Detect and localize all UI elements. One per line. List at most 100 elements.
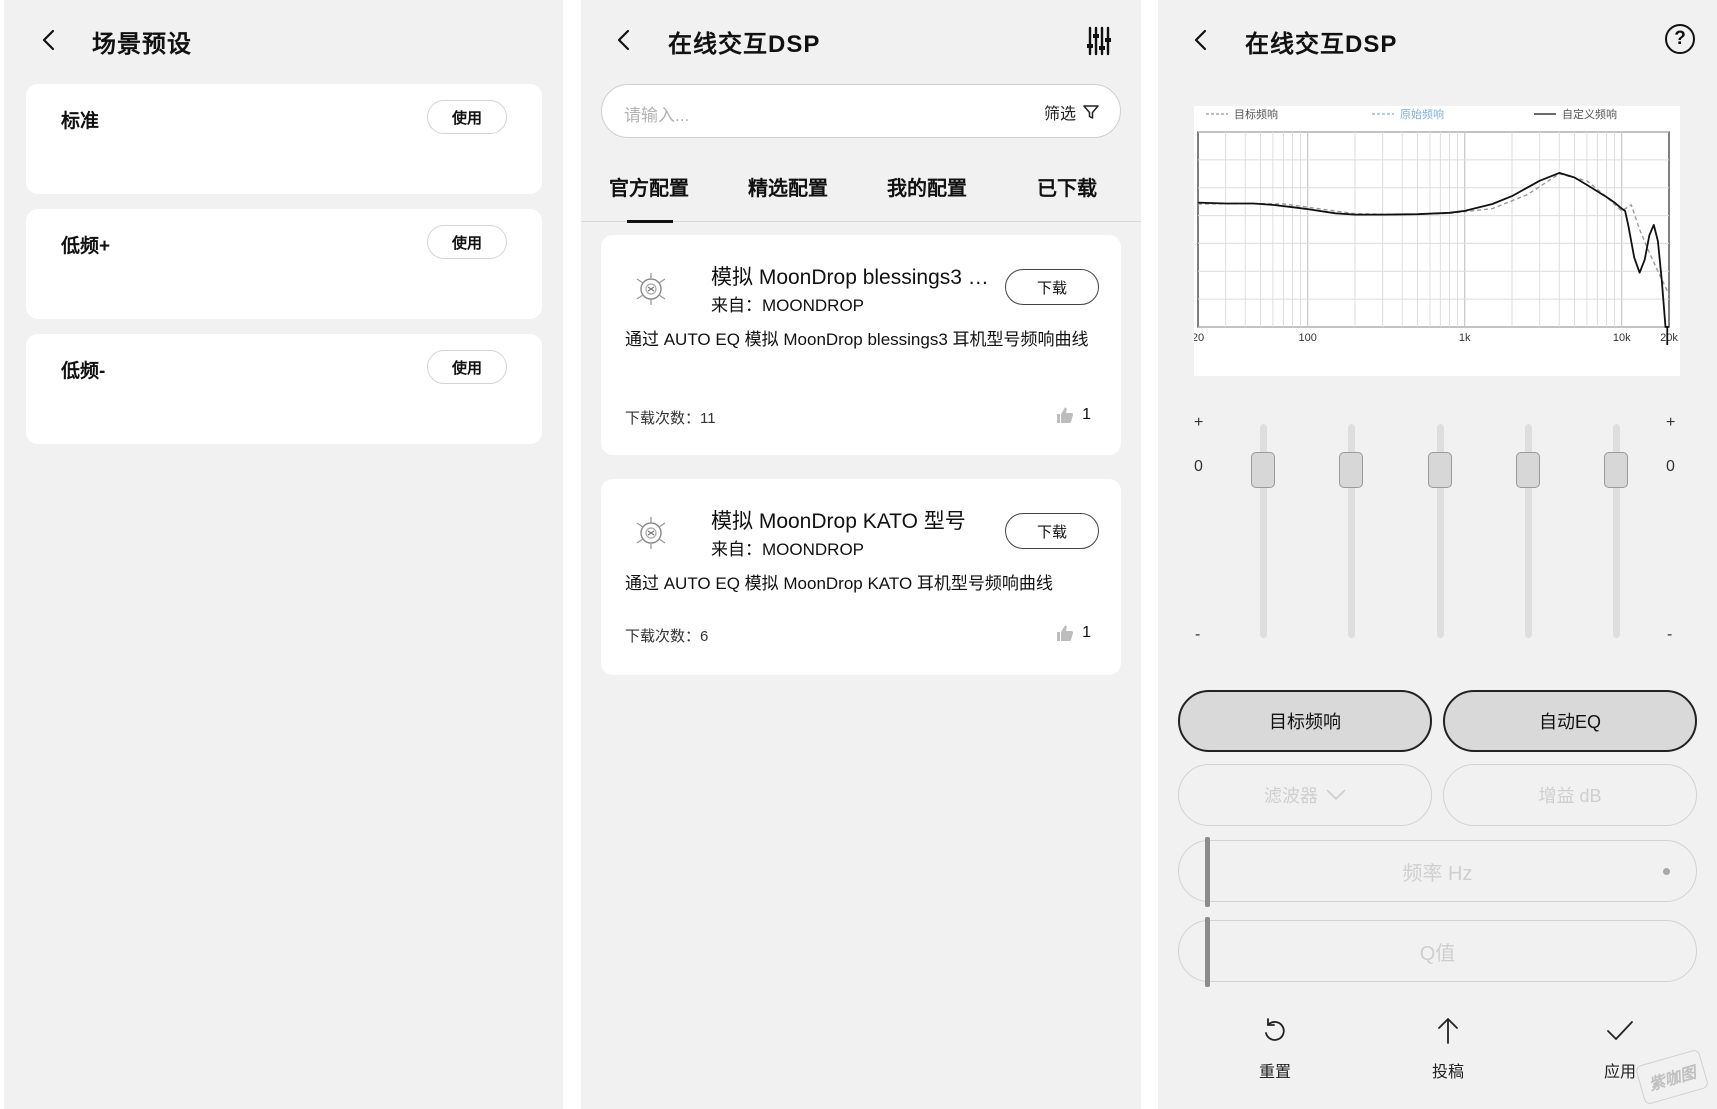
thumbs-up-icon — [1057, 407, 1074, 423]
check-icon — [1607, 1021, 1633, 1040]
like-count: 1 — [1082, 624, 1091, 641]
config-description: 通过 AUTO EQ 模拟 MoonDrop blessings3 耳机型号频响… — [625, 330, 1089, 349]
use-button[interactable]: 使用 — [427, 350, 507, 384]
frequency-label: 频率 Hz — [1402, 862, 1473, 885]
eq-panel: 在线交互DSP ? 181260-6-12-18-24201001k10k20k… — [1158, 0, 1717, 1109]
download-count: 下载次数：6 — [625, 628, 709, 645]
chevron-left-icon — [42, 29, 55, 51]
gain-input[interactable]: 增益 dB — [1443, 764, 1697, 826]
like-button[interactable]: 1 — [1056, 406, 1091, 424]
filter-button[interactable]: 筛选 — [1044, 100, 1100, 124]
back-button[interactable] — [38, 28, 62, 52]
eq-minus-left: - — [1195, 626, 1201, 643]
page-title: 在线交互DSP — [1245, 31, 1398, 58]
like-count: 1 — [1082, 406, 1091, 423]
config-title: 模拟 MoonDrop blessings3 … — [711, 266, 989, 289]
q-value-slider[interactable]: Q值 — [1178, 917, 1697, 987]
q-value-label: Q值 — [1419, 942, 1456, 965]
search-input[interactable]: 请输入... 筛选 — [601, 84, 1121, 138]
dsp-list-panel: 在线交互DSP 请输入... 筛选 官方配置 精选配置 我的配置 已下载 模拟 … — [581, 0, 1141, 1109]
x-tick-label: 20k — [1660, 332, 1678, 344]
eq-band-thumb-2[interactable] — [1339, 452, 1363, 488]
header: 在线交互DSP — [581, 0, 1141, 80]
eq-band-thumb-5[interactable] — [1604, 452, 1628, 488]
config-title: 模拟 MoonDrop KATO 型号 — [711, 510, 966, 533]
download-count: 下载次数：11 — [625, 410, 716, 427]
eq-plus-right: + — [1666, 414, 1676, 431]
q-slider-handle[interactable] — [1205, 917, 1210, 987]
scene-label: 低频- — [61, 361, 106, 382]
back-button[interactable] — [613, 28, 637, 52]
download-button[interactable]: 下载 — [1005, 269, 1099, 305]
page-title: 场景预设 — [92, 31, 192, 58]
page-title: 在线交互DSP — [668, 31, 821, 58]
x-tick-label: 10k — [1613, 332, 1631, 344]
config-source: 来自：MOONDROP — [711, 296, 864, 315]
config-description: 通过 AUTO EQ 模拟 MoonDrop KATO 耳机型号频响曲线 — [625, 574, 1053, 593]
config-card[interactable]: 模拟 MoonDrop blessings3 … 来自：MOONDROP 下载 … — [601, 235, 1121, 455]
eq-band-thumb-4[interactable] — [1516, 452, 1540, 488]
filter-label: 筛选 — [1043, 106, 1076, 123]
x-tick-label: 100 — [1299, 332, 1317, 344]
target-response-button[interactable]: 目标频响 — [1178, 690, 1432, 752]
scene-item-bass-plus[interactable]: 低频+ 使用 — [26, 209, 542, 319]
eq-minus-right: - — [1667, 626, 1673, 643]
frequency-dot — [1663, 868, 1670, 875]
chevron-left-icon — [1194, 29, 1207, 51]
help-icon: ? — [1674, 28, 1686, 49]
config-source: 来自：MOONDROP — [711, 540, 864, 559]
frequency-response-svg: 181260-6-12-18-24201001k10k20k目标频响原始频响自定… — [1194, 107, 1678, 345]
config-card[interactable]: 模拟 MoonDrop KATO 型号 来自：MOONDROP 下载 通过 AU… — [601, 479, 1121, 675]
config-tabs: 官方配置 精选配置 我的配置 已下载 — [581, 150, 1141, 223]
plot-area — [1197, 131, 1670, 328]
upload-arrow-icon — [1438, 1018, 1458, 1044]
frequency-slider[interactable]: 频率 Hz — [1178, 837, 1697, 907]
reset-label: 重置 — [1258, 1064, 1291, 1081]
scene-item-standard[interactable]: 标准 使用 — [26, 84, 542, 194]
x-tick-label: 20 — [1194, 332, 1204, 344]
scene-item-bass-minus[interactable]: 低频- 使用 — [26, 334, 542, 444]
frequency-slider-handle[interactable] — [1205, 837, 1210, 907]
eq-band-thumb-3[interactable] — [1428, 452, 1452, 488]
search-placeholder: 请输入... — [624, 106, 690, 125]
like-button[interactable]: 1 — [1056, 624, 1091, 642]
download-button[interactable]: 下载 — [1005, 513, 1099, 549]
auto-eq-button[interactable]: 自动EQ — [1443, 690, 1697, 752]
legend-label: 原始频响 — [1400, 107, 1444, 121]
reset-button[interactable]: 重置 — [1240, 1016, 1310, 1082]
eq-band-thumb-1[interactable] — [1251, 452, 1275, 488]
scene-preset-panel: 场景预设 标准 使用 低频+ 使用 低频- 使用 — [4, 0, 563, 1109]
filter-type-label: 滤波器 — [1264, 786, 1318, 806]
moondrop-logo-icon — [636, 273, 666, 305]
frequency-response-chart: 181260-6-12-18-24201001k10k20k目标频响原始频响自定… — [1194, 106, 1680, 376]
tab-mine[interactable]: 我的配置 — [887, 172, 967, 201]
back-button[interactable] — [1190, 28, 1214, 52]
eq-plus-left: + — [1194, 414, 1204, 431]
x-tick-label: 1k — [1459, 332, 1471, 344]
eq-zero-right: 0 — [1666, 458, 1675, 475]
watermark-text: 紫咖图 — [1647, 1064, 1699, 1095]
scene-label: 标准 — [61, 111, 100, 132]
submit-label: 投稿 — [1431, 1064, 1464, 1081]
equalizer-settings-button[interactable] — [1087, 26, 1113, 56]
submit-button[interactable]: 投稿 — [1413, 1016, 1483, 1082]
filter-funnel-icon — [1083, 105, 1099, 119]
eq-zero-left: 0 — [1194, 458, 1203, 475]
thumbs-up-icon — [1057, 625, 1074, 641]
use-button[interactable]: 使用 — [427, 225, 507, 259]
header: 场景预设 — [4, 0, 563, 80]
tab-featured[interactable]: 精选配置 — [748, 172, 828, 201]
filter-type-select[interactable]: 滤波器 — [1178, 764, 1432, 826]
header: 在线交互DSP ? — [1158, 0, 1717, 80]
help-button[interactable]: ? — [1665, 24, 1695, 54]
chevron-left-icon — [617, 29, 630, 51]
tab-downloaded[interactable]: 已下载 — [1037, 172, 1097, 201]
reset-icon — [1265, 1018, 1285, 1041]
moondrop-logo-icon — [636, 517, 666, 549]
equalizer-icon — [1087, 26, 1111, 56]
legend-label: 自定义频响 — [1562, 107, 1617, 121]
scene-label: 低频+ — [61, 236, 111, 257]
use-button[interactable]: 使用 — [427, 100, 507, 134]
active-tab-indicator — [627, 220, 673, 223]
tab-official[interactable]: 官方配置 — [609, 172, 689, 201]
